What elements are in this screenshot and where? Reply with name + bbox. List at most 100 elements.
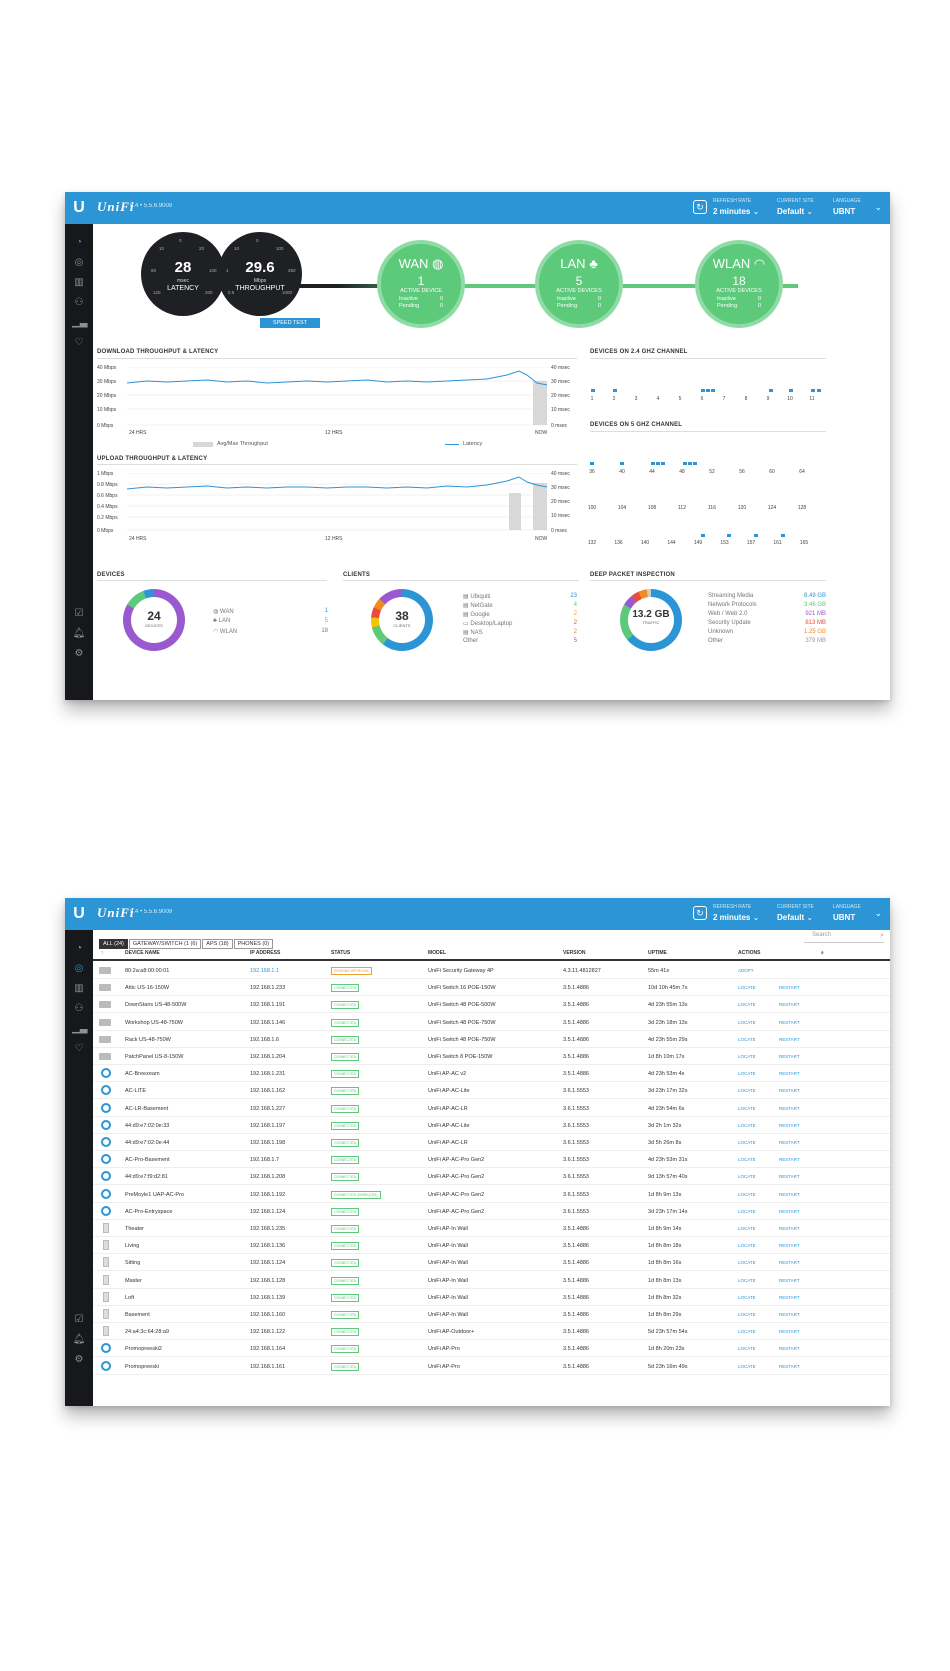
dashboard-icon[interactable]: ◔: [72, 236, 86, 250]
locate-button[interactable]: LOCATE: [738, 1192, 756, 1197]
device-name[interactable]: Theater: [125, 1226, 144, 1232]
device-name[interactable]: Master: [125, 1278, 142, 1284]
locate-button[interactable]: LOCATE: [738, 1209, 756, 1214]
table-row[interactable]: Attic US-16-150W 192.168.1.233 UniFi Switc…: [93, 979, 890, 997]
locate-button[interactable]: LOCATE: [738, 1054, 756, 1059]
search-input[interactable]: Search ⌕: [804, 932, 884, 943]
restart-button[interactable]: RESTART: [779, 985, 800, 990]
adopt-button[interactable]: ADOPT: [738, 968, 754, 973]
locate-button[interactable]: LOCATE: [738, 1020, 756, 1025]
table-row[interactable]: Master 192.168.1.128 UniFi AP-In Wall 3.5.1…: [93, 1272, 890, 1289]
restart-button[interactable]: RESTART: [779, 1106, 800, 1111]
device-name[interactable]: Attic US-16-150W: [125, 985, 169, 991]
table-row[interactable]: AC-Pro-Entryspace 192.168.1.124 UniFi AP-A…: [93, 1203, 890, 1220]
device-name[interactable]: AC-LR-Basement: [125, 1106, 168, 1112]
locate-button[interactable]: LOCATE: [738, 1295, 756, 1300]
device-name[interactable]: Loft: [125, 1295, 134, 1301]
device-name[interactable]: 44:d9:e7:f9:d2:81: [125, 1174, 168, 1180]
devices-icon[interactable]: ◎: [72, 256, 86, 270]
locate-button[interactable]: LOCATE: [738, 1312, 756, 1317]
device-name[interactable]: 80:2a:a8:00:00:01: [125, 968, 169, 974]
restart-button[interactable]: RESTART: [779, 1071, 800, 1076]
table-row[interactable]: PatchPanel US-8-150W 192.168.1.204 UniFi S…: [93, 1048, 890, 1065]
table-row[interactable]: 44:d9:e7:02:0e:33 192.168.1.197 UniFi AP-A…: [93, 1117, 890, 1134]
table-row[interactable]: Promopreeski2 192.168.1.164 UniFi AP-Pro 3.…: [93, 1340, 890, 1358]
table-row[interactable]: Theater 192.168.1.235 UniFi AP-In Wall 3.5.…: [93, 1220, 890, 1237]
table-row[interactable]: 24:a4:3c:64:28:a9 192.168.1.122 UniFi AP-O…: [93, 1323, 890, 1341]
restart-button[interactable]: RESTART: [779, 1192, 800, 1197]
table-row[interactable]: Basement 192.168.1.160 UniFi AP-In Wall 3.5…: [93, 1306, 890, 1323]
wan-circle[interactable]: WAN ◍ 1 ACTIVE DEVICE Inactive 0 Pending 0: [377, 240, 465, 328]
col-version[interactable]: VERSION: [563, 950, 586, 956]
restart-button[interactable]: RESTART: [779, 1364, 800, 1369]
insights-icon[interactable]: ♡: [72, 336, 86, 350]
device-name[interactable]: Living: [125, 1243, 139, 1249]
restart-button[interactable]: RESTART: [779, 1123, 800, 1128]
language-select[interactable]: LANGUAGE UBNT: [833, 903, 861, 922]
device-name[interactable]: PatchPanel US-8-150W: [125, 1054, 183, 1060]
table-row[interactable]: 80:2a:a8:00:00:01 192.168.1.1 UniFi Securi…: [93, 962, 890, 979]
ubiquiti-logo[interactable]: U: [65, 898, 93, 930]
col-model[interactable]: MODEL: [428, 950, 446, 956]
table-row[interactable]: 44:d9:e7:02:0e:44 192.168.1.198 UniFi AP-A…: [93, 1134, 890, 1151]
site-select[interactable]: CURRENT SITE Default ⌄: [777, 197, 814, 216]
locate-button[interactable]: LOCATE: [738, 1226, 756, 1231]
alerts-icon[interactable]: 🔔︎: [72, 1333, 86, 1347]
events-icon[interactable]: ☑: [72, 1313, 86, 1327]
wlan-circle[interactable]: WLAN ◠ 18 ACTIVE DEVICES Inactive 0 Pendi…: [695, 240, 783, 328]
table-row[interactable]: Workshop US-48-750W 192.168.1.146 UniFi Sw…: [93, 1014, 890, 1031]
device-name[interactable]: AC-Pro-Basement: [125, 1157, 170, 1163]
table-row[interactable]: Promopreeski 192.168.1.161 UniFi AP-Pro 3.5…: [93, 1358, 890, 1375]
table-row[interactable]: Loft 192.168.1.139 UniFi AP-In Wall 3.5.1.4…: [93, 1289, 890, 1306]
restart-button[interactable]: RESTART: [779, 1209, 800, 1214]
table-row[interactable]: AC-LR-Basement 192.168.1.227 UniFi AP-AC-L…: [93, 1100, 890, 1117]
locate-button[interactable]: LOCATE: [738, 1278, 756, 1283]
locate-button[interactable]: LOCATE: [738, 985, 756, 990]
restart-button[interactable]: RESTART: [779, 1157, 800, 1162]
speed-test-button[interactable]: SPEED TEST: [260, 318, 320, 328]
locate-button[interactable]: LOCATE: [738, 1106, 756, 1111]
table-row[interactable]: Sitting 192.168.1.124 UniFi AP-In Wall 3.5.…: [93, 1254, 890, 1272]
device-name[interactable]: AC-LITE: [125, 1088, 146, 1094]
map-icon[interactable]: ▥: [72, 982, 86, 996]
device-name[interactable]: 44:d9:e7:02:0e:44: [125, 1140, 169, 1146]
device-name[interactable]: Promopreeski2: [125, 1346, 162, 1352]
alerts-icon[interactable]: 🔔︎: [72, 627, 86, 641]
insights-icon[interactable]: ♡: [72, 1042, 86, 1056]
restart-button[interactable]: RESTART: [779, 1226, 800, 1231]
locate-button[interactable]: LOCATE: [738, 1037, 756, 1042]
device-name[interactable]: 24:a4:3c:64:28:a9: [125, 1329, 169, 1335]
locate-button[interactable]: LOCATE: [738, 1157, 756, 1162]
restart-button[interactable]: RESTART: [779, 1312, 800, 1317]
device-name[interactable]: AC-Pro-Entryspace: [125, 1209, 172, 1215]
table-row[interactable]: Rack US-48-750W 192.168.1.6 UniFi Switch 4…: [93, 1031, 890, 1048]
table-row[interactable]: DownStairs US-48-500W 192.168.1.191 UniFi …: [93, 996, 890, 1014]
device-name[interactable]: Rack US-48-750W: [125, 1037, 171, 1043]
site-select[interactable]: CURRENT SITE Default ⌄: [777, 903, 814, 922]
device-name[interactable]: 44:d9:e7:02:0e:33: [125, 1123, 169, 1129]
refresh-rate-select[interactable]: REFRESH RATE 2 minutes ⌄: [713, 903, 759, 922]
locate-button[interactable]: LOCATE: [738, 1260, 756, 1265]
restart-button[interactable]: RESTART: [779, 1260, 800, 1265]
restart-button[interactable]: RESTART: [779, 1037, 800, 1042]
locate-button[interactable]: LOCATE: [738, 1243, 756, 1248]
table-row[interactable]: AC-LITE 192.168.1.162 UniFi AP-AC-Lite 3.6.…: [93, 1082, 890, 1100]
clients-icon[interactable]: ⚇: [72, 296, 86, 310]
language-select[interactable]: LANGUAGE UBNT: [833, 197, 861, 216]
stats-icon[interactable]: ▁▃: [72, 1022, 87, 1036]
locate-button[interactable]: LOCATE: [738, 1140, 756, 1145]
restart-button[interactable]: RESTART: [779, 1088, 800, 1093]
locate-button[interactable]: LOCATE: [738, 1002, 756, 1007]
table-row[interactable]: AC-Breezeam 192.168.1.231 UniFi AP-AC v2 3.…: [93, 1065, 890, 1083]
restart-button[interactable]: RESTART: [779, 1020, 800, 1025]
locate-button[interactable]: LOCATE: [738, 1088, 756, 1093]
restart-button[interactable]: RESTART: [779, 1329, 800, 1334]
device-name[interactable]: Promopreeski: [125, 1364, 159, 1370]
restart-button[interactable]: RESTART: [779, 1295, 800, 1300]
locate-button[interactable]: LOCATE: [738, 1123, 756, 1128]
lan-circle[interactable]: LAN ♣ 5 ACTIVE DEVICES Inactive 0 Pending…: [535, 240, 623, 328]
device-name[interactable]: Sitting: [125, 1260, 140, 1266]
locate-button[interactable]: LOCATE: [738, 1329, 756, 1334]
devices-icon[interactable]: ◎: [72, 962, 86, 976]
table-row[interactable]: 44:d9:e7:f9:d2:81 192.168.1.208 UniFi AP-A…: [93, 1168, 890, 1186]
